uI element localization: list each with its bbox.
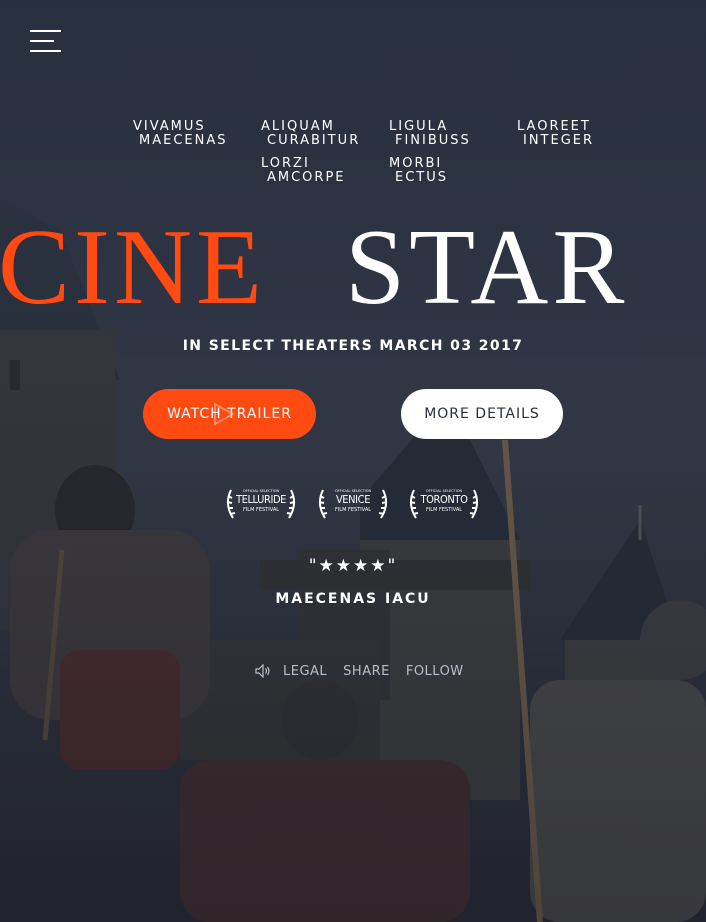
nav-item-lorzi-amcorpe[interactable]: LORZI AMCORPE <box>261 157 346 185</box>
footer-link-follow[interactable]: FOLLOW <box>406 664 464 679</box>
nav-item-line1: MORBI <box>389 156 443 171</box>
watch-trailer-label: WATCH TRAILER <box>167 406 292 422</box>
nav-item-line2: ECTUS <box>395 170 448 185</box>
rating-stars: "★★★★" <box>308 556 398 576</box>
festival-sub: FILM FESTIVAL <box>242 507 280 513</box>
footer-link-share[interactable]: SHARE <box>343 664 390 679</box>
nav-item-laoreet-integer[interactable]: LAOREET INTEGER <box>517 120 594 148</box>
festival-sub: FILM FESTIVAL <box>334 507 372 513</box>
nav-item-line2: AMCORPE <box>267 170 346 185</box>
cinestar-logo: CINE STAR <box>0 208 628 327</box>
nav-item-line2: INTEGER <box>523 133 595 148</box>
festival-laurel-venice: OFFICIAL SELECTION VENICE FILM FESTIVAL <box>315 484 391 524</box>
festival-name: TORONTO <box>420 493 468 506</box>
nav-item-morbi-ectus[interactable]: MORBI ECTUS <box>389 157 448 185</box>
festival-name: TELLURIDE <box>235 493 287 506</box>
more-details-button[interactable]: MORE DETAILS <box>401 389 563 439</box>
nav-item-line2: FINIBUSS <box>395 133 471 148</box>
release-date-text: IN SELECT THEATERS MARCH 03 2017 <box>182 338 524 354</box>
reviewer-name: MAECENAS IACU <box>275 591 431 607</box>
watch-trailer-button[interactable]: WATCH TRAILER <box>143 389 316 439</box>
nav-item-line2: MAECENAS <box>139 133 228 148</box>
festival-laurel-toronto: OFFICIAL SELECTION TORONTO FILM FESTIVAL <box>406 484 482 524</box>
footer-link-legal[interactable]: LEGAL <box>283 664 327 679</box>
nav-item-line1: LAOREET <box>517 119 591 134</box>
logo-part-cine: CINE <box>0 208 266 327</box>
festival-sub: FILM FESTIVAL <box>425 507 463 513</box>
footer-links: LEGAL SHARE FOLLOW <box>255 663 480 679</box>
festival-laurel-telluride: OFFICIAL SELECTION TELLURIDE FILM FESTIV… <box>223 484 299 524</box>
nav-item-line1: VIVAMUS <box>133 119 206 134</box>
more-details-label: MORE DETAILS <box>424 406 540 422</box>
nav-item-vivamus-maecenas[interactable]: VIVAMUS MAECENAS <box>133 120 227 148</box>
festival-name: VENICE <box>335 493 371 506</box>
nav-item-ligula-finibuss[interactable]: LIGULA FINIBUSS <box>389 120 471 148</box>
nav-item-line2: CURABITUR <box>267 133 361 148</box>
nav-item-aliquam-curabitur[interactable]: ALIQUAM CURABITUR <box>261 120 360 148</box>
nav-item-line1: LIGULA <box>389 119 449 134</box>
speaker-icon[interactable] <box>255 664 271 678</box>
logo-part-star: STAR <box>345 208 628 327</box>
nav-item-line1: ALIQUAM <box>261 119 335 134</box>
nav-item-line1: LORZI <box>261 156 310 171</box>
menu-icon[interactable] <box>30 30 61 52</box>
